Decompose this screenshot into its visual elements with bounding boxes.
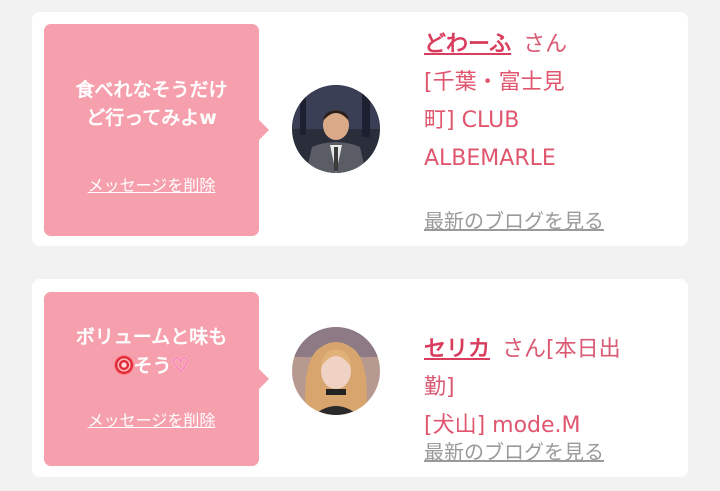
sender-info: どわーふ さん [千葉・富士見 町] CLUB ALBEMARLE bbox=[424, 26, 674, 178]
shop-info: [千葉・富士見 町] CLUB ALBEMARLE bbox=[424, 70, 565, 171]
delete-message-link[interactable]: メッセージを削除 bbox=[44, 172, 259, 196]
message-text: 食べれなそうだけ ど行ってみよw bbox=[75, 79, 228, 129]
latest-blog-link[interactable]: 最新のブログを見る bbox=[424, 436, 604, 465]
delete-message-link[interactable]: メッセージを削除 bbox=[44, 407, 259, 431]
latest-blog-link[interactable]: 最新のブログを見る bbox=[424, 205, 604, 234]
message-bubble: ボリュームと味も そう♡ メッセージを削除 bbox=[44, 292, 269, 466]
avatar[interactable] bbox=[292, 85, 380, 173]
flower-emoji-icon bbox=[113, 355, 134, 375]
sender-name-link[interactable]: どわーふ bbox=[424, 32, 511, 57]
avatar[interactable] bbox=[292, 327, 380, 415]
sender-name-link[interactable]: セリカ bbox=[424, 337, 490, 362]
message-line-2: そう bbox=[133, 355, 172, 377]
message-card: ボリュームと味も そう♡ メッセージを削除 セリカ さん[本日出 勤] [犬山] m… bbox=[32, 279, 688, 477]
message-text: ボリュームと味も そう♡ bbox=[52, 323, 251, 380]
message-line-1: ボリュームと味も bbox=[75, 326, 228, 348]
message-card: 食べれなそうだけ ど行ってみよw メッセージを削除 どわーふ さん [千葉・富士見… bbox=[32, 12, 688, 246]
message-bubble: 食べれなそうだけ ど行ってみよw メッセージを削除 bbox=[44, 24, 269, 236]
sender-info: セリカ さん[本日出 勤] [犬山] mode.M bbox=[424, 293, 674, 445]
honorific: さん bbox=[523, 32, 568, 57]
heart-emoji-icon: ♡ bbox=[171, 353, 190, 377]
